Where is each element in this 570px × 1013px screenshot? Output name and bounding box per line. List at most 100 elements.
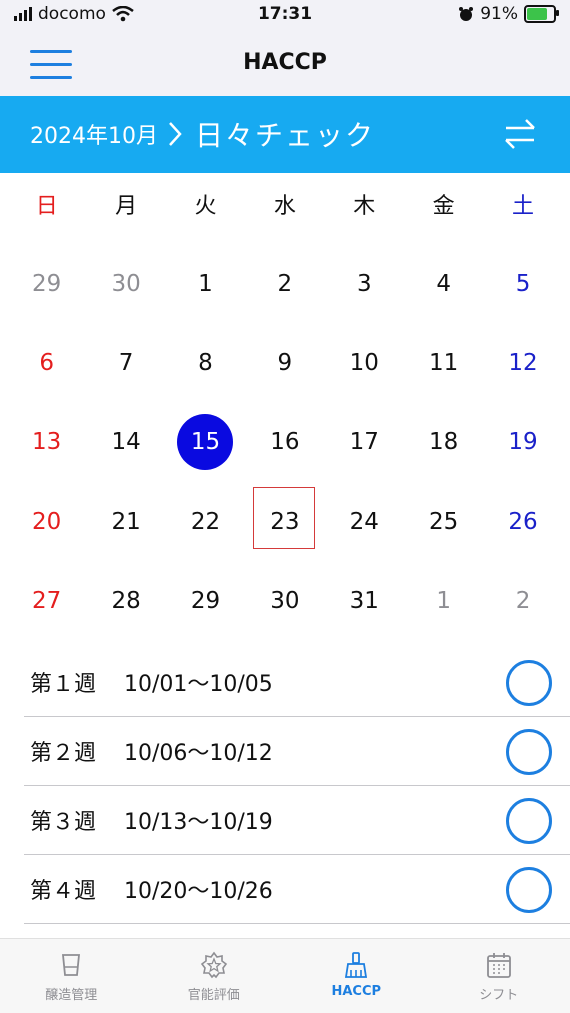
calendar-day[interactable]: 20 bbox=[7, 482, 86, 561]
calendar-day[interactable]: 4 bbox=[404, 244, 483, 323]
calendar-day[interactable]: 22 bbox=[166, 482, 245, 561]
day-number: 18 bbox=[429, 429, 458, 455]
calendar-day[interactable]: 3 bbox=[325, 244, 404, 323]
calendar-day[interactable]: 30 bbox=[245, 562, 324, 641]
calendar-day[interactable]: 2 bbox=[245, 244, 324, 323]
calendar-day[interactable]: 14 bbox=[86, 403, 165, 482]
weekday-header: 日月火水木金土 bbox=[7, 188, 563, 220]
page-title: HACCP bbox=[0, 50, 570, 75]
week-status-circle-icon[interactable] bbox=[506, 660, 552, 706]
week-range: 10/01〜10/05 bbox=[124, 666, 273, 698]
week-row[interactable]: 第１週10/01〜10/05 bbox=[24, 648, 570, 717]
battery-percent: 91% bbox=[480, 4, 518, 24]
calendar-day[interactable]: 9 bbox=[245, 323, 324, 402]
week-label: 第２週 bbox=[30, 735, 120, 767]
week-status-circle-icon[interactable] bbox=[506, 867, 552, 913]
calendar-day[interactable]: 12 bbox=[483, 323, 562, 402]
calendar-day[interactable]: 28 bbox=[86, 562, 165, 641]
alarm-icon bbox=[458, 6, 474, 22]
day-number: 23 bbox=[270, 509, 299, 535]
day-number: 20 bbox=[32, 509, 61, 535]
calendar-week-row: 27 28 2930311 2 bbox=[7, 562, 563, 641]
week-row[interactable]: 第２週10/06〜10/12 bbox=[24, 717, 570, 786]
weekday-label: 水 bbox=[245, 188, 324, 220]
calendar-day[interactable]: 23 bbox=[245, 482, 324, 561]
tab-label: 官能評価 bbox=[143, 984, 286, 1003]
brush-icon bbox=[342, 951, 370, 979]
day-number: 2 bbox=[278, 271, 293, 297]
battery-fill bbox=[527, 8, 547, 20]
tab-brush[interactable]: HACCP bbox=[285, 939, 428, 1013]
week-status-circle-icon[interactable] bbox=[506, 729, 552, 775]
day-number: 21 bbox=[111, 509, 140, 535]
day-number: 8 bbox=[198, 350, 213, 376]
calendar-title: 日々チェック bbox=[0, 114, 570, 154]
week-label: 第１週 bbox=[30, 666, 120, 698]
weekday-label: 月 bbox=[86, 188, 165, 220]
weekday-label: 日 bbox=[7, 188, 86, 220]
calendar-day[interactable]: 11 bbox=[404, 323, 483, 402]
tab-calendar[interactable]: シフト bbox=[428, 939, 570, 1013]
calendar-grid: 2930123456789101112131415161718192021222… bbox=[7, 244, 563, 641]
week-row[interactable]: 第４週10/20〜10/26 bbox=[24, 855, 570, 924]
day-number: 30 bbox=[111, 271, 140, 297]
calendar-day[interactable]: 31 bbox=[325, 562, 404, 641]
week-row[interactable]: 第３週10/13〜10/19 bbox=[24, 786, 570, 855]
tab-bar: 醸造管理官能評価HACCPシフト bbox=[0, 938, 570, 1013]
calendar-day[interactable]: 1 bbox=[404, 562, 483, 641]
day-number: 28 bbox=[111, 588, 140, 614]
day-number: 10 bbox=[350, 350, 379, 376]
calendar-day[interactable]: 8 bbox=[166, 323, 245, 402]
week-range: 10/06〜10/12 bbox=[124, 735, 273, 767]
calendar-day[interactable]: 24 bbox=[325, 482, 404, 561]
calendar-day[interactable]: 26 bbox=[483, 482, 562, 561]
calendar-day[interactable]: 27 bbox=[7, 562, 86, 641]
day-number: 6 bbox=[39, 350, 54, 376]
week-range: 10/13〜10/19 bbox=[124, 804, 273, 836]
day-number: 4 bbox=[436, 271, 451, 297]
calendar-day[interactable]: 13 bbox=[7, 403, 86, 482]
calendar-week-row: 29 30 1 2 3 4 5 bbox=[7, 244, 563, 323]
calendar-day[interactable]: 25 bbox=[404, 482, 483, 561]
swap-arrows-icon[interactable] bbox=[502, 116, 538, 152]
day-number: 29 bbox=[32, 271, 61, 297]
calendar-day[interactable]: 10 bbox=[325, 323, 404, 402]
star-badge-icon bbox=[200, 951, 228, 979]
calendar-day[interactable]: 29 bbox=[7, 244, 86, 323]
weekday-label: 土 bbox=[483, 188, 562, 220]
tab-star-badge[interactable]: 官能評価 bbox=[143, 939, 286, 1013]
status-bar: docomo 17:31 91% bbox=[0, 0, 570, 32]
navigation-bar: HACCP bbox=[0, 32, 570, 96]
day-number: 17 bbox=[350, 429, 379, 455]
calendar-day[interactable]: 30 bbox=[86, 244, 165, 323]
tab-label: シフト bbox=[428, 984, 570, 1003]
calendar-day[interactable]: 21 bbox=[86, 482, 165, 561]
day-number: 14 bbox=[111, 429, 140, 455]
calendar-day[interactable]: 29 bbox=[166, 562, 245, 641]
calendar-day[interactable]: 1 bbox=[166, 244, 245, 323]
calendar-day[interactable]: 7 bbox=[86, 323, 165, 402]
calendar-day[interactable]: 15 bbox=[166, 403, 245, 482]
tab-cup[interactable]: 醸造管理 bbox=[0, 939, 143, 1013]
calendar-day[interactable]: 2 bbox=[483, 562, 562, 641]
battery-icon bbox=[524, 5, 556, 23]
calendar-icon bbox=[485, 951, 513, 979]
cup-icon bbox=[57, 951, 85, 979]
day-number: 27 bbox=[32, 588, 61, 614]
weekday-label: 火 bbox=[166, 188, 245, 220]
calendar-week-row: 6 7 8 9 10 1112 bbox=[7, 323, 563, 402]
calendar-day[interactable]: 18 bbox=[404, 403, 483, 482]
day-number: 2 bbox=[516, 588, 531, 614]
calendar-day[interactable]: 5 bbox=[483, 244, 562, 323]
calendar-day[interactable]: 6 bbox=[7, 323, 86, 402]
calendar-day[interactable]: 17 bbox=[325, 403, 404, 482]
day-number: 3 bbox=[357, 271, 372, 297]
calendar-day[interactable]: 19 bbox=[483, 403, 562, 482]
day-number: 15 bbox=[191, 429, 220, 455]
tab-label: HACCP bbox=[285, 984, 428, 999]
week-status-circle-icon[interactable] bbox=[506, 798, 552, 844]
tab-label: 醸造管理 bbox=[0, 984, 143, 1003]
calendar-week-row: 13 14 15 16 17 18 19 bbox=[7, 403, 563, 482]
calendar-day[interactable]: 16 bbox=[245, 403, 324, 482]
calendar-week-row: 20 21 22 23 242526 bbox=[7, 482, 563, 561]
